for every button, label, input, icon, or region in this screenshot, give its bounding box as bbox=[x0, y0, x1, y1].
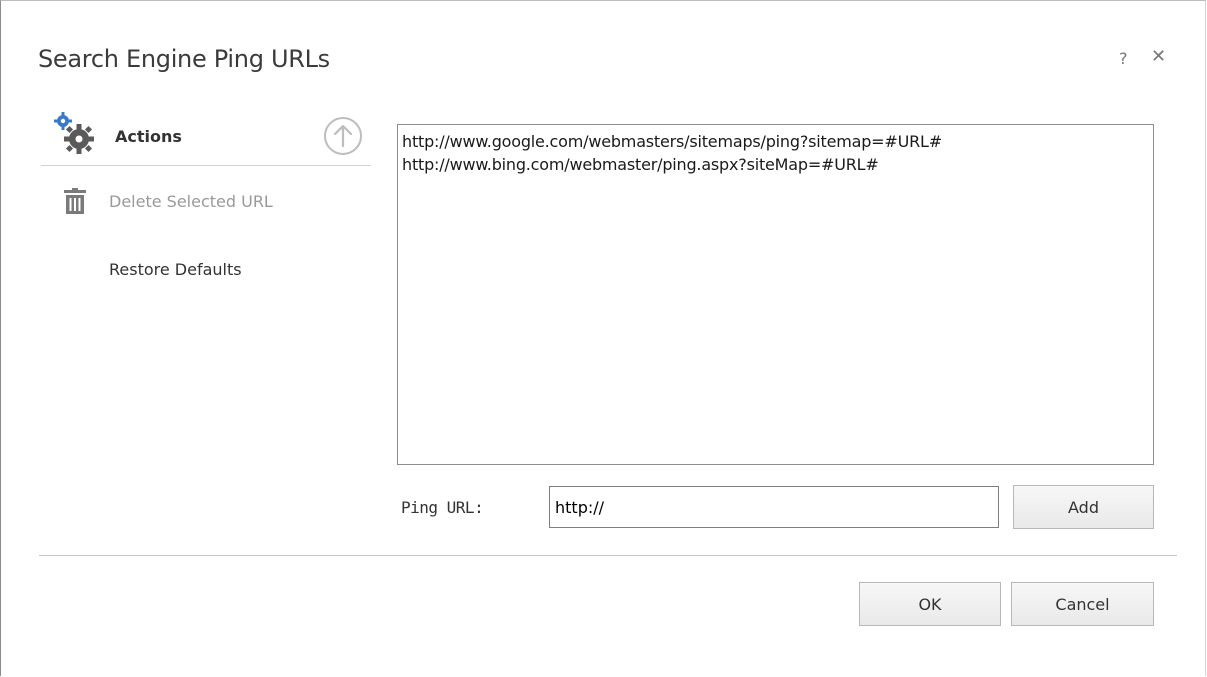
trash-icon bbox=[64, 188, 86, 214]
url-list-item[interactable]: http://www.google.com/webmasters/sitemap… bbox=[402, 130, 1149, 153]
actions-header: Actions bbox=[41, 111, 371, 166]
footer-separator bbox=[39, 555, 1177, 556]
close-button[interactable]: ✕ bbox=[1151, 46, 1166, 67]
dialog-title: Search Engine Ping URLs bbox=[38, 45, 330, 73]
collapse-up-icon[interactable] bbox=[321, 114, 365, 158]
ping-urls-dialog: Search Engine Ping URLs ? ✕ Actions Dele… bbox=[0, 0, 1206, 676]
ping-url-input[interactable] bbox=[549, 486, 999, 528]
add-button[interactable]: Add bbox=[1013, 485, 1154, 529]
restore-defaults-label: Restore Defaults bbox=[109, 259, 242, 279]
ping-url-label: Ping URL: bbox=[401, 498, 484, 517]
actions-title: Actions bbox=[115, 127, 182, 146]
restore-defaults-action[interactable]: Restore Defaults bbox=[63, 249, 242, 289]
ok-button[interactable]: OK bbox=[859, 582, 1001, 626]
help-button[interactable]: ? bbox=[1119, 49, 1128, 68]
delete-selected-url-label: Delete Selected URL bbox=[109, 191, 273, 211]
url-list-item[interactable]: http://www.bing.com/webmaster/ping.aspx?… bbox=[402, 153, 1149, 176]
url-listbox[interactable]: http://www.google.com/webmasters/sitemap… bbox=[397, 124, 1154, 465]
delete-selected-url-action[interactable]: Delete Selected URL bbox=[63, 181, 273, 221]
cancel-button[interactable]: Cancel bbox=[1011, 582, 1154, 626]
gears-icon bbox=[54, 112, 94, 154]
